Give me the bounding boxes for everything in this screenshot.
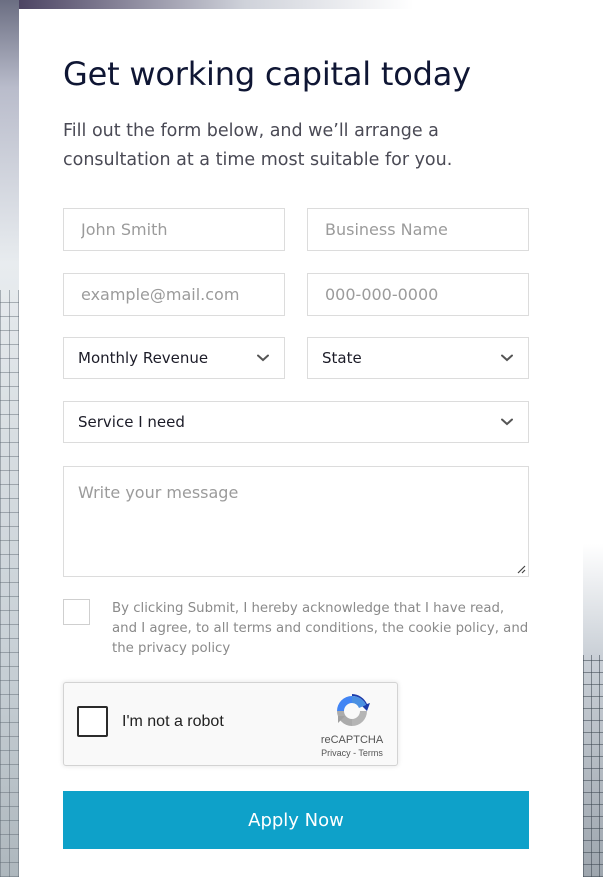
name-input[interactable] — [63, 208, 285, 251]
resize-handle-icon[interactable] — [516, 564, 526, 574]
consent-text: By clicking Submit, I hereby acknowledge… — [112, 601, 529, 656]
background-image-top — [19, 0, 583, 9]
background-image-right — [583, 0, 603, 877]
form-title: Get working capital today — [63, 55, 471, 93]
recaptcha-widget: I'm not a robot reCAPTCHA Privacy - Term… — [63, 682, 398, 766]
apply-now-button[interactable]: Apply Now — [63, 791, 529, 849]
building-grid — [583, 655, 603, 877]
service-value: Service I need — [78, 413, 185, 431]
recaptcha-brand: reCAPTCHA — [320, 734, 384, 746]
form-card: Get working capital today Fill out the f… — [19, 9, 583, 877]
chevron-down-icon — [256, 351, 270, 365]
recaptcha-logo-icon — [337, 694, 370, 726]
state-value: State — [322, 349, 362, 367]
monthly-revenue-select[interactable]: Monthly Revenue — [63, 337, 285, 379]
email-input[interactable] — [63, 273, 285, 316]
phone-input[interactable] — [307, 273, 529, 316]
building-grid — [0, 290, 19, 877]
chevron-down-icon — [500, 351, 514, 365]
background-image-left — [0, 0, 19, 877]
consent-checkbox[interactable] — [63, 599, 90, 625]
business-name-input[interactable] — [307, 208, 529, 251]
monthly-revenue-value: Monthly Revenue — [78, 349, 209, 367]
recaptcha-checkbox[interactable] — [77, 706, 108, 737]
chevron-down-icon — [500, 415, 514, 429]
recaptcha-privacy-terms-links[interactable]: Privacy - Terms — [310, 748, 394, 758]
recaptcha-label: I'm not a robot — [122, 713, 224, 730]
service-select[interactable]: Service I need — [63, 401, 529, 443]
state-select[interactable]: State — [307, 337, 529, 379]
message-textarea[interactable] — [63, 466, 529, 577]
form-subtitle: Fill out the form below, and we’ll arran… — [63, 121, 453, 170]
